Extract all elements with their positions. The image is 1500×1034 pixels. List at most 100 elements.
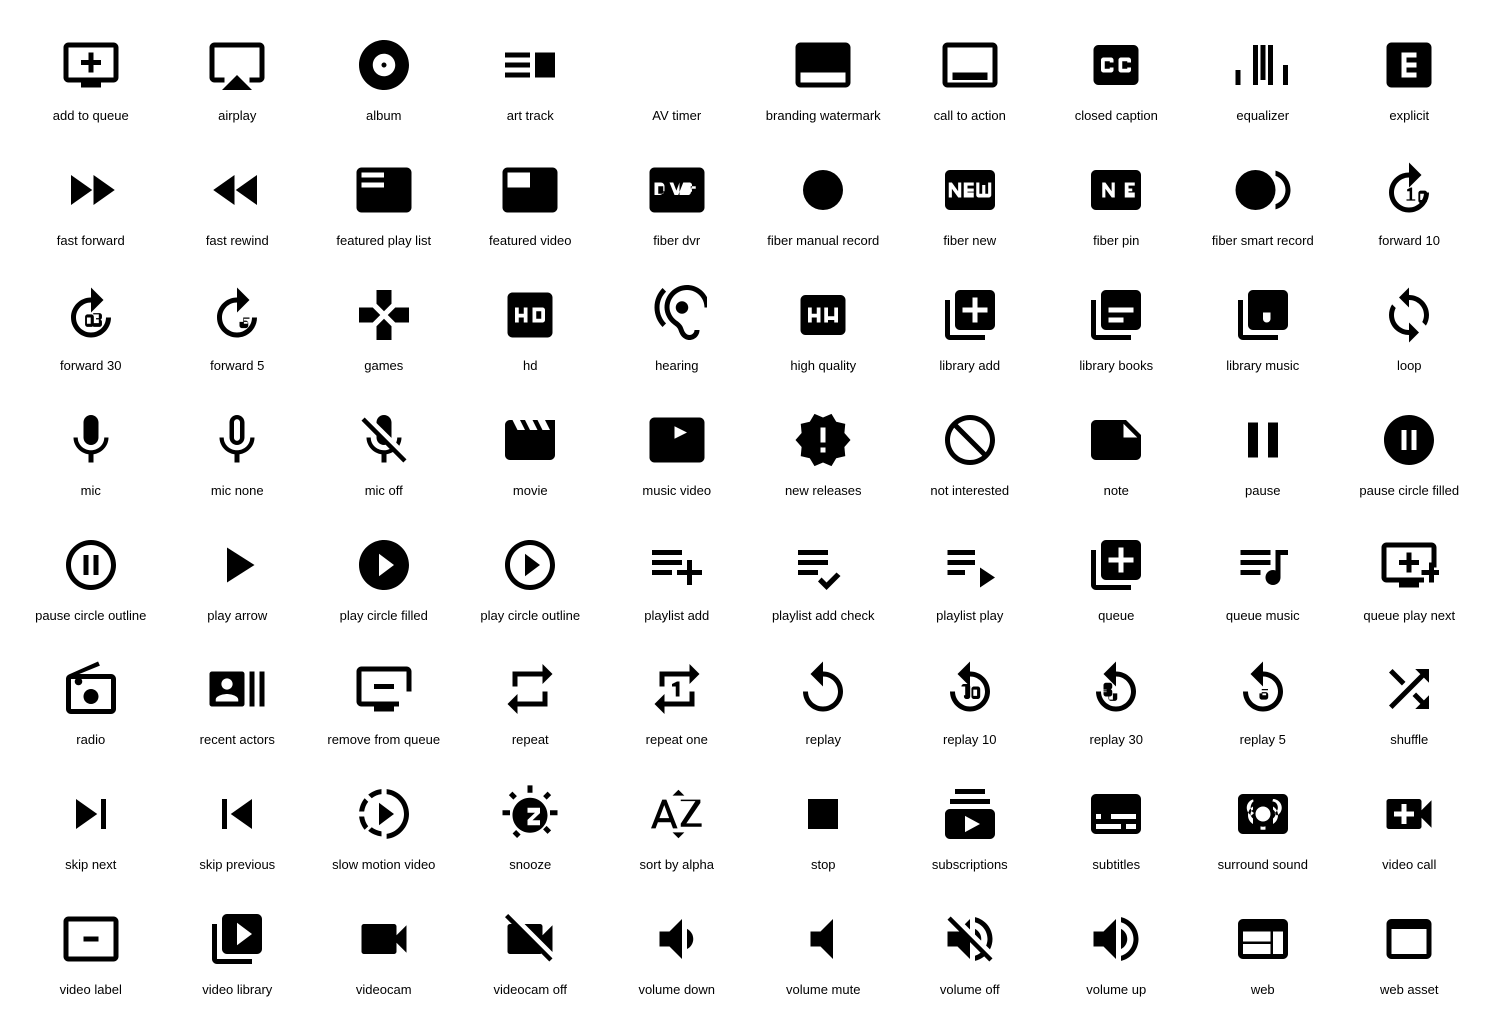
mic-none-label: mic none: [211, 483, 264, 500]
icon-cell-high-quality: high quality: [753, 270, 895, 385]
queue-icon: [1086, 530, 1146, 600]
featured-play-list-label: featured play list: [336, 233, 431, 250]
call-to-action-label: call to action: [934, 108, 1006, 125]
icon-cell-mic-off: mic off: [313, 395, 455, 510]
video-library-label: video library: [202, 982, 272, 999]
play-circle-filled-icon: [354, 530, 414, 600]
volume-up-icon: [1086, 904, 1146, 974]
skip-previous-label: skip previous: [199, 857, 275, 874]
icon-cell-album: album: [313, 20, 455, 135]
subtitles-label: subtitles: [1092, 857, 1140, 874]
icon-cell-volume-off: volume off: [899, 894, 1041, 1009]
icon-cell-games: games: [313, 270, 455, 385]
snooze-icon: [500, 779, 560, 849]
closed-caption-icon: [1086, 30, 1146, 100]
subscriptions-label: subscriptions: [932, 857, 1008, 874]
surround-sound-icon: [1233, 779, 1293, 849]
fiber-pin-label: fiber pin: [1093, 233, 1139, 250]
icon-cell-add-to-queue: add to queue: [20, 20, 162, 135]
icon-cell-call-to-action: call to action: [899, 20, 1041, 135]
icon-cell-mic-none: mic none: [167, 395, 309, 510]
icon-cell-videocam: videocam: [313, 894, 455, 1009]
remove-from-queue-icon: [354, 654, 414, 724]
play-arrow-label: play arrow: [207, 608, 267, 625]
skip-next-icon: [61, 779, 121, 849]
pause-circle-filled-icon: [1379, 405, 1439, 475]
library-add-icon: [940, 280, 1000, 350]
web-asset-icon: [1379, 904, 1439, 974]
note-icon: [1086, 405, 1146, 475]
playlist-add-check-icon: [793, 530, 853, 600]
queue-play-next-label: queue play next: [1363, 608, 1455, 625]
shuffle-icon: [1379, 654, 1439, 724]
icon-cell-branding-watermark: branding watermark: [753, 20, 895, 135]
icon-cell-closed-caption: closed caption: [1046, 20, 1188, 135]
video-call-label: video call: [1382, 857, 1436, 874]
fast-forward-label: fast forward: [57, 233, 125, 250]
play-circle-outline-label: play circle outline: [480, 608, 580, 625]
icon-cell-play-arrow: play arrow: [167, 520, 309, 635]
note-label: note: [1104, 483, 1129, 500]
repeat-icon: [500, 654, 560, 724]
recent-actors-icon: [207, 654, 267, 724]
volume-off-icon: [940, 904, 1000, 974]
loop-label: loop: [1397, 358, 1422, 375]
videocam-label: videocam: [356, 982, 412, 999]
icon-cell-music-video: music video: [606, 395, 748, 510]
icon-cell-repeat-one: repeat one: [606, 644, 748, 759]
branding-watermark-label: branding watermark: [766, 108, 881, 125]
art-track-label: art track: [507, 108, 554, 125]
av-timer-icon: [647, 30, 707, 100]
icon-cell-radio: radio: [20, 644, 162, 759]
icon-cell-play-circle-outline: play circle outline: [460, 520, 602, 635]
icon-cell-queue: queue: [1046, 520, 1188, 635]
pause-label: pause: [1245, 483, 1280, 500]
volume-down-label: volume down: [638, 982, 715, 999]
not-interested-label: not interested: [930, 483, 1009, 500]
airplay-icon: [207, 30, 267, 100]
replay-10-label: replay 10: [943, 732, 996, 749]
icon-cell-forward-5: forward 5: [167, 270, 309, 385]
icon-cell-video-label: video label: [20, 894, 162, 1009]
new-releases-icon: [793, 405, 853, 475]
replay-30-label: replay 30: [1090, 732, 1143, 749]
icon-cell-recent-actors: recent actors: [167, 644, 309, 759]
icon-cell-airplay: airplay: [167, 20, 309, 135]
mic-off-icon: [354, 405, 414, 475]
icon-cell-remove-from-queue: remove from queue: [313, 644, 455, 759]
equalizer-label: equalizer: [1236, 108, 1289, 125]
volume-mute-label: volume mute: [786, 982, 860, 999]
movie-icon: [500, 405, 560, 475]
icon-cell-not-interested: not interested: [899, 395, 1041, 510]
airplay-label: airplay: [218, 108, 256, 125]
hearing-icon: [647, 280, 707, 350]
art-track-icon: [500, 30, 560, 100]
icon-cell-mic: mic: [20, 395, 162, 510]
icon-cell-sort-by-alpha: sort by alpha: [606, 769, 748, 884]
playlist-play-label: playlist play: [936, 608, 1003, 625]
icon-cell-volume-down: volume down: [606, 894, 748, 1009]
radio-label: radio: [76, 732, 105, 749]
replay-10-icon: [940, 654, 1000, 724]
mic-none-icon: [207, 405, 267, 475]
forward-30-icon: [61, 280, 121, 350]
icon-cell-pause-circle-outline: pause circle outline: [20, 520, 162, 635]
high-quality-label: high quality: [790, 358, 856, 375]
add-to-queue-label: add to queue: [53, 108, 129, 125]
fiber-dvr-icon: [647, 155, 707, 225]
icon-cell-replay-30: replay 30: [1046, 644, 1188, 759]
icon-cell-art-track: art track: [460, 20, 602, 135]
stop-icon: [793, 779, 853, 849]
icon-cell-library-books: library books: [1046, 270, 1188, 385]
explicit-icon: [1379, 30, 1439, 100]
icon-cell-snooze: snooze: [460, 769, 602, 884]
play-circle-filled-label: play circle filled: [340, 608, 428, 625]
icon-cell-forward-10: forward 10: [1339, 145, 1481, 260]
icon-cell-video-call: video call: [1339, 769, 1481, 884]
icon-cell-fiber-dvr: fiber dvr: [606, 145, 748, 260]
forward-10-label: forward 10: [1379, 233, 1440, 250]
video-library-icon: [207, 904, 267, 974]
fiber-manual-record-label: fiber manual record: [767, 233, 879, 250]
add-to-queue-icon: [61, 30, 121, 100]
games-icon: [354, 280, 414, 350]
